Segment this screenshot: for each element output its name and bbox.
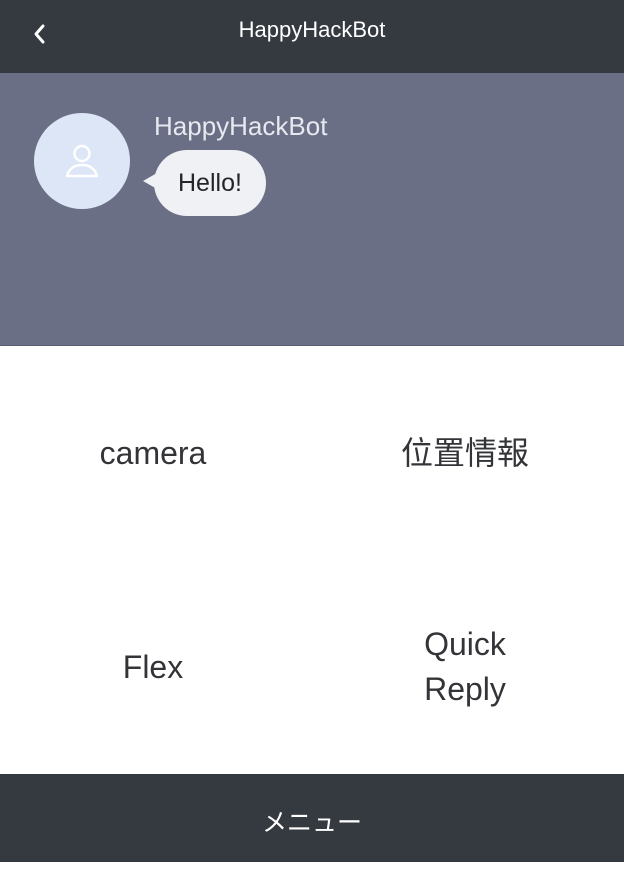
page-title: HappyHackBot [238,17,386,42]
message-bubble[interactable]: Hello! [154,150,266,216]
chat-area[interactable]: HappyHackBot Hello! [0,73,624,346]
menu-item-flex[interactable]: Flex [0,560,306,774]
app-header: HappyHackBot [0,0,624,73]
menu-toggle-button[interactable]: メニュー [0,774,624,862]
rich-menu: camera 位置情報 Flex Quick Reply [0,346,624,774]
sender-name: HappyHackBot [154,111,328,141]
menu-item-camera[interactable]: camera [0,346,306,560]
menu-item-quick-reply[interactable]: Quick Reply [306,560,624,774]
avatar[interactable] [34,113,130,209]
user-icon [65,144,99,178]
menu-item-location[interactable]: 位置情報 [306,346,624,560]
